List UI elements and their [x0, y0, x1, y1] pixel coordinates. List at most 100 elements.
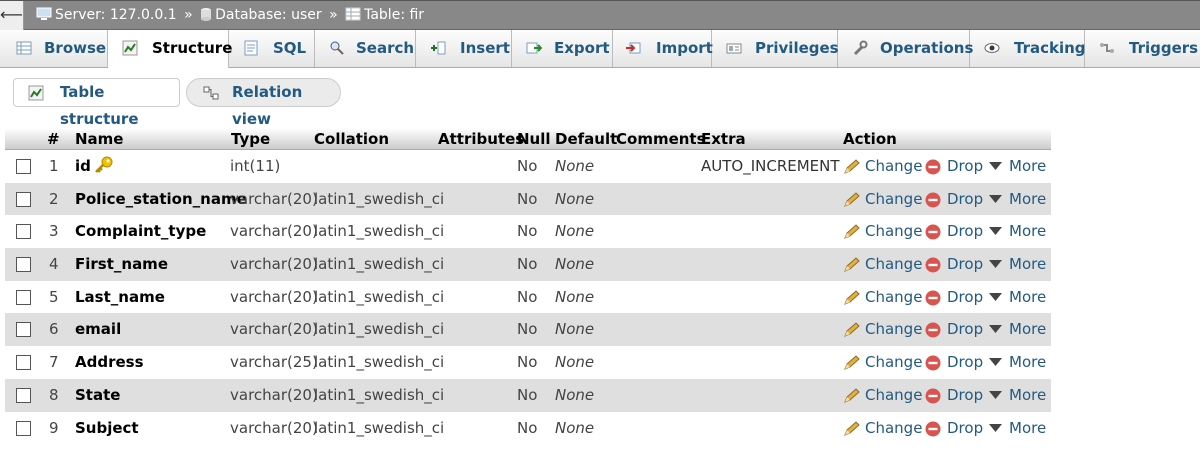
drop-action[interactable]: Drop: [947, 386, 983, 404]
header-null[interactable]: Null: [517, 130, 551, 148]
column-name: State: [75, 385, 121, 404]
column-default: None: [555, 222, 595, 241]
eye-icon: [984, 43, 1000, 53]
breadcrumb-separator: »: [329, 7, 338, 23]
change-action[interactable]: Change: [865, 320, 922, 338]
table-row: 4 First_name varchar(20) latin1_swedish_ci N…: [5, 248, 1051, 281]
row-checkbox[interactable]: [16, 387, 31, 403]
change-action[interactable]: Change: [865, 222, 922, 240]
row-checkbox[interactable]: [16, 159, 31, 174]
header-num[interactable]: #: [47, 130, 60, 148]
column-collation: latin1_swedish_ci: [314, 353, 445, 372]
row-checkbox[interactable]: [16, 191, 31, 207]
row-checkbox[interactable]: [16, 322, 31, 338]
column-type: varchar(20): [230, 287, 318, 306]
breadcrumb-database[interactable]: Database: user: [215, 7, 322, 23]
main-tabs: Browse Structure SQL Search Insert Expor…: [0, 30, 1200, 68]
table-row: 1 id int(11) No None AUTO_INCREMENT Change Drop…: [5, 150, 1051, 183]
table-icon: [345, 7, 361, 21]
tab-privileges[interactable]: Privileges: [712, 30, 839, 67]
tab-insert[interactable]: Insert: [416, 30, 512, 67]
header-collation[interactable]: Collation: [314, 130, 389, 148]
row-number: 2: [49, 189, 59, 208]
row-checkbox[interactable]: [16, 355, 31, 371]
tab-export[interactable]: Export: [512, 30, 613, 67]
drop-action[interactable]: Drop: [947, 157, 983, 175]
row-number: 6: [49, 320, 59, 339]
row-checkbox[interactable]: [16, 420, 31, 436]
column-default: None: [555, 353, 595, 372]
tab-label: Triggers: [1129, 39, 1199, 57]
more-action[interactable]: More: [1009, 255, 1046, 273]
pencil-icon: [844, 257, 860, 272]
chevron-down-icon: [989, 390, 1002, 399]
table-row: 3 Complaint_type varchar(20) latin1_swedish…: [5, 215, 1051, 249]
drop-action[interactable]: Drop: [947, 255, 983, 273]
relation-icon: [203, 86, 219, 100]
relation-view-button[interactable]: Relation view: [186, 78, 341, 128]
table-structure-button[interactable]: Table structure: [13, 78, 180, 128]
drop-action[interactable]: Drop: [947, 222, 983, 240]
column-name: Complaint_type: [75, 222, 207, 241]
tab-tracking[interactable]: Tracking: [970, 30, 1086, 67]
drop-action[interactable]: Drop: [947, 190, 983, 208]
header-extra[interactable]: Extra: [701, 130, 746, 148]
column-type: varchar(20): [230, 418, 318, 437]
more-action[interactable]: More: [1009, 419, 1046, 437]
tab-structure[interactable]: Structure: [108, 30, 232, 68]
column-collation: latin1_swedish_ci: [314, 255, 445, 274]
change-action[interactable]: Change: [865, 157, 922, 175]
breadcrumb-table[interactable]: Table: fir: [364, 7, 424, 23]
column-null: No: [517, 255, 538, 274]
change-action[interactable]: Change: [865, 386, 922, 404]
header-name[interactable]: Name: [75, 130, 123, 148]
row-checkbox[interactable]: [16, 257, 31, 273]
insert-icon: [431, 41, 446, 55]
change-action[interactable]: Change: [865, 190, 922, 208]
tab-triggers[interactable]: Triggers: [1085, 30, 1200, 67]
column-name: Police_station_name: [75, 189, 247, 208]
more-action[interactable]: More: [1009, 157, 1046, 175]
more-action[interactable]: More: [1009, 320, 1046, 338]
tab-browse[interactable]: Browse: [0, 30, 108, 67]
change-action[interactable]: Change: [865, 353, 922, 371]
change-action[interactable]: Change: [865, 255, 922, 273]
tab-label: Search: [356, 39, 415, 57]
row-checkbox[interactable]: [16, 224, 31, 240]
table-body: 1 id int(11) No None AUTO_INCREMENT Change Drop…: [5, 150, 1051, 445]
column-null: No: [517, 385, 538, 404]
more-action[interactable]: More: [1009, 190, 1046, 208]
tab-sql[interactable]: SQL: [229, 30, 315, 67]
drop-action[interactable]: Drop: [947, 419, 983, 437]
more-action[interactable]: More: [1009, 353, 1046, 371]
row-checkbox[interactable]: [16, 289, 31, 305]
drop-action[interactable]: Drop: [947, 353, 983, 371]
column-type: int(11): [230, 157, 281, 175]
header-comments[interactable]: Comments: [616, 130, 706, 148]
breadcrumb-server[interactable]: Server: 127.0.0.1: [55, 7, 177, 23]
column-type: varchar(20): [230, 385, 318, 404]
row-number: 4: [49, 255, 59, 274]
header-default[interactable]: Default: [555, 130, 617, 148]
header-attributes[interactable]: Attributes: [438, 130, 524, 148]
tab-operations[interactable]: Operations: [838, 30, 973, 67]
header-type[interactable]: Type: [231, 130, 270, 148]
back-arrow-icon[interactable]: ⟵: [0, 1, 24, 30]
pencil-icon: [844, 420, 860, 436]
drop-action[interactable]: Drop: [947, 320, 983, 338]
header-action: Action: [843, 130, 897, 148]
more-action[interactable]: More: [1009, 288, 1046, 306]
chevron-down-icon: [989, 292, 1002, 301]
column-name: id: [75, 157, 91, 175]
import-icon: [626, 42, 641, 54]
more-action[interactable]: More: [1009, 386, 1046, 404]
tab-import[interactable]: Import: [613, 30, 713, 67]
structure-icon: [122, 40, 138, 56]
more-action[interactable]: More: [1009, 222, 1046, 240]
change-action[interactable]: Change: [865, 288, 922, 306]
sql-icon: [244, 40, 258, 56]
drop-action[interactable]: Drop: [947, 288, 983, 306]
tab-search[interactable]: Search: [315, 30, 416, 67]
column-null: No: [517, 157, 538, 175]
change-action[interactable]: Change: [865, 419, 922, 437]
